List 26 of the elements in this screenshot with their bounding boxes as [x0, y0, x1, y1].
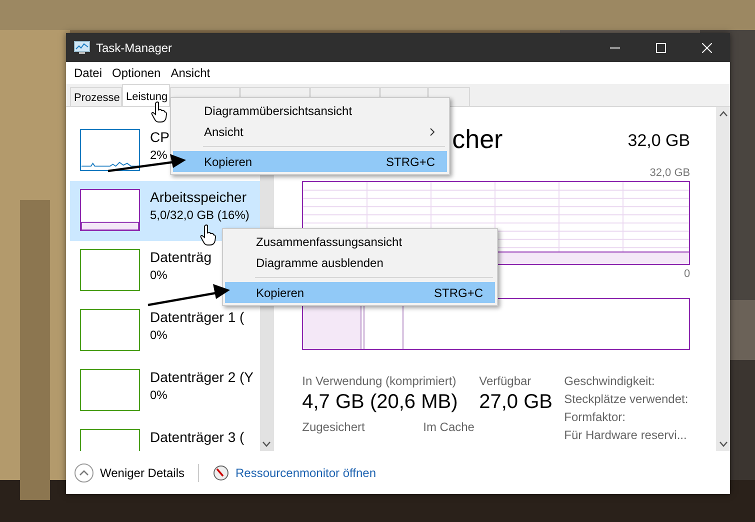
stat-label: Im Cache [423, 420, 474, 434]
item-name: CP [150, 129, 170, 145]
property-label: Formfaktor: [564, 410, 626, 424]
detail-title: cher [452, 124, 503, 155]
window-title: Task-Manager [96, 40, 174, 54]
item-name: Datenträg [150, 249, 212, 265]
property-label: Für Hardware reservi... [564, 428, 688, 442]
item-name: Datenträger 3 ( [150, 429, 244, 445]
stat-label: Zugesichert [302, 420, 366, 434]
item-usage: 0% [150, 268, 168, 282]
axis-min-label: 0 [684, 268, 690, 280]
item-name: Datenträger 2 (Y [150, 369, 254, 385]
total-memory: 32,0 GB [628, 131, 690, 151]
item-name: Datenträger 1 ( [150, 309, 244, 325]
item-usage: 0% [150, 328, 168, 342]
property-label: Steckplätze verwendet: [564, 392, 688, 406]
axis-max-label: 32,0 GB [650, 167, 690, 179]
item-usage: 0% [150, 388, 168, 402]
item-usage: 2% [150, 148, 168, 162]
stat-value: 27,0 GB [479, 391, 553, 414]
stat-label: In Verwendung (komprimiert) [302, 374, 458, 388]
stat-value: 4,7 GB (20,6 MB) [302, 391, 459, 414]
property-label: Geschwindigkeit: [564, 374, 656, 388]
stat-label: Verfügbar [479, 374, 532, 388]
item-name: Arbeitsspeicher [150, 189, 248, 205]
item-usage: 5,0/32,0 GB (16%) [150, 208, 250, 222]
